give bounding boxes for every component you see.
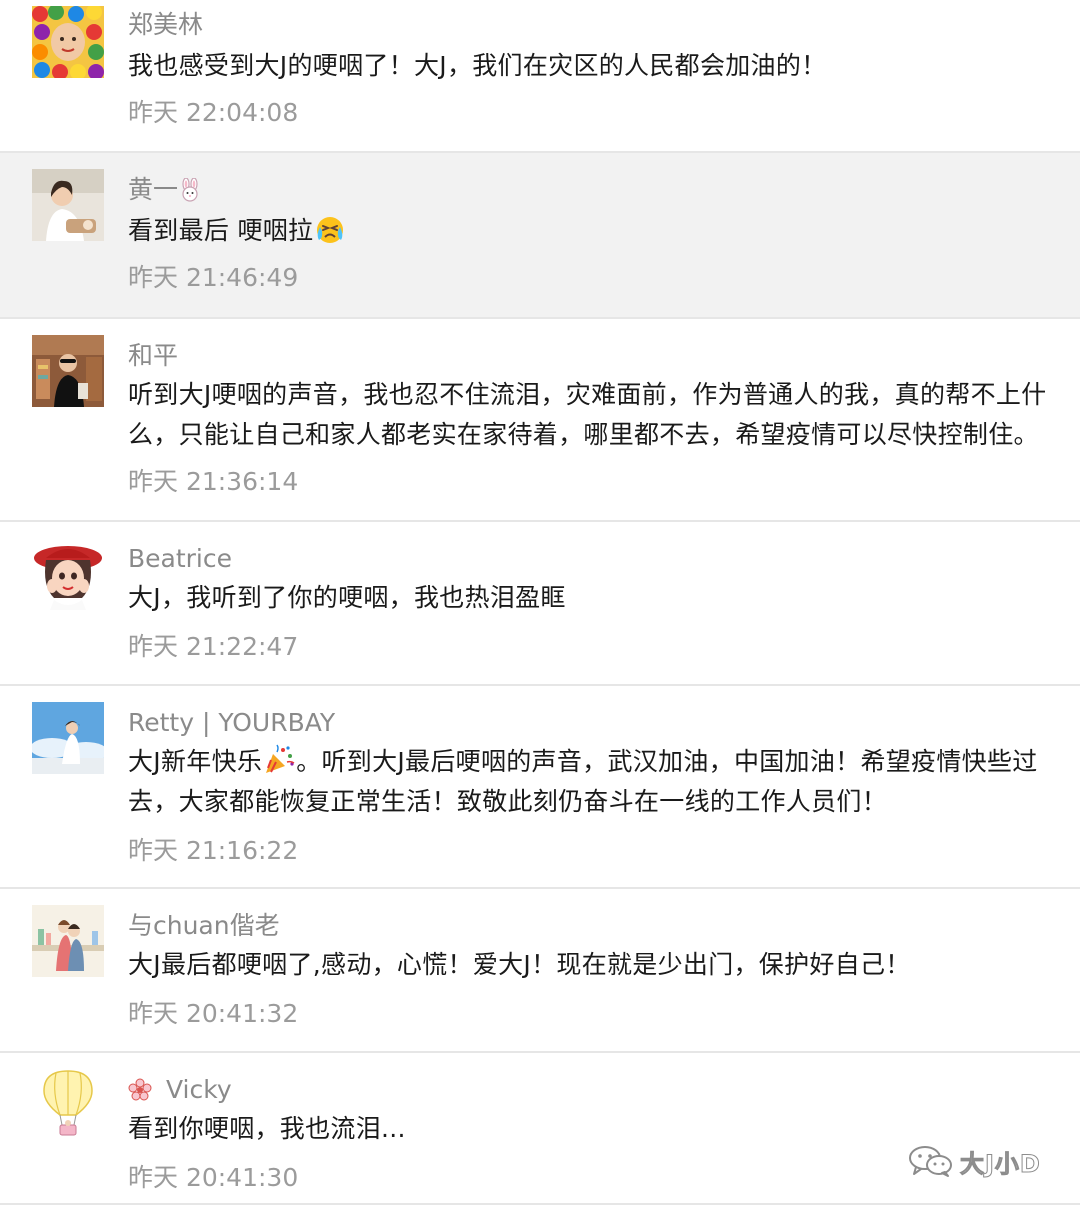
party-popper-emoji-icon [263,744,295,776]
comment-timestamp: 昨天 21:36:14 [128,467,299,496]
commenter-name-text: Vicky [166,1075,232,1104]
avatar-cartoon-girl-image [32,538,104,610]
crying-face-emoji-icon [314,213,346,245]
comment-timestamp: 昨天 21:22:47 [128,632,299,661]
comment-timestamp: 昨天 21:46:49 [128,263,299,292]
comment-item: 黄一 看到最后 哽咽拉 昨天 21:46:49 [0,153,1080,319]
flower-icon [128,1078,152,1102]
avatar-couple-illustration-image [32,905,104,977]
commenter-name: Retty | YOURBAY [128,708,336,737]
comment-item: Beatrice 大J，我听到了你的哽咽，我也热泪盈眶 昨天 21:22:47 [0,522,1080,686]
avatar-man-shop-image [32,335,104,407]
wechat-icon [908,1145,954,1177]
rabbit-emoji-icon [178,178,202,202]
avatar-hot-air-balloon-image [32,1069,104,1141]
comment-text-part: 大J新年快乐 [128,747,263,776]
commenter-name: Beatrice [128,544,233,573]
comment-timestamp: 昨天 21:16:22 [128,836,299,865]
avatar[interactable] [32,335,104,407]
commenter-name: 郑美林 [128,10,204,39]
comment-text: 看到你哽咽，我也流泪... [128,1114,406,1143]
comment-text: 看到最后 哽咽拉 [128,211,1053,251]
comment-text: 大J新年快乐 。听到大J最后哽咽的声音，武汉加油，中国加油！希望疫情快些过去，大家… [128,742,1053,822]
commenter-name: 和平 [128,341,179,370]
comment-text: 大J最后都哽咽了,感动，心慌！爱大J！现在就是少出门，保护好自己！ [128,950,911,979]
avatar[interactable] [32,905,104,977]
commenter-name: 黄一 [128,175,202,205]
comment-timestamp: 昨天 22:04:08 [128,98,299,127]
comment-item: 与chuan偕老 大J最后都哽咽了,感动，心慌！爱大J！现在就是少出门，保护好自… [0,889,1080,1053]
avatar-ball-pit-image [32,6,104,78]
comment-timestamp: 昨天 20:41:32 [128,999,299,1028]
comment-item: 和平 听到大J哽咽的声音，我也忍不住流泪，灾难面前，作为普通人的我，真的帮不上什… [0,319,1080,522]
commenter-name: 与chuan偕老 [128,911,280,940]
comment-text: 我也感受到大J的哽咽了！大J，我们在灾区的人民都会加油的！ [128,51,827,80]
avatar-woman-image [32,169,104,241]
avatar[interactable] [32,538,104,610]
comment-item: Retty | YOURBAY 大J新年快乐 。听到大J最后哽咽的声音，武汉加油，… [0,686,1080,889]
comment-text: 大J，我听到了你的哽咽，我也热泪盈眶 [128,583,566,612]
comment-item: Vicky 看到你哽咽，我也流泪... 昨天 20:41:30 [0,1053,1080,1205]
comment-timestamp: 昨天 20:41:30 [128,1163,299,1192]
avatar[interactable] [32,169,104,241]
comment-text: 听到大J哽咽的声音，我也忍不住流泪，灾难面前，作为普通人的我，真的帮不上什么，只… [128,380,1047,449]
avatar[interactable] [32,1069,104,1141]
commenter-name-text: 黄一 [128,175,179,204]
comment-item: 郑美林 我也感受到大J的哽咽了！大J，我们在灾区的人民都会加油的！ 昨天 22:… [0,0,1080,153]
watermark-text: 大J小D [960,1149,1041,1178]
comment-text-content: 看到最后 哽咽拉 [128,216,314,245]
avatar[interactable] [32,702,104,774]
account-watermark: 大J小D [908,1144,1041,1178]
avatar-sky-girl-image [32,702,104,774]
commenter-name: Vicky [128,1075,232,1105]
avatar[interactable] [32,6,104,78]
